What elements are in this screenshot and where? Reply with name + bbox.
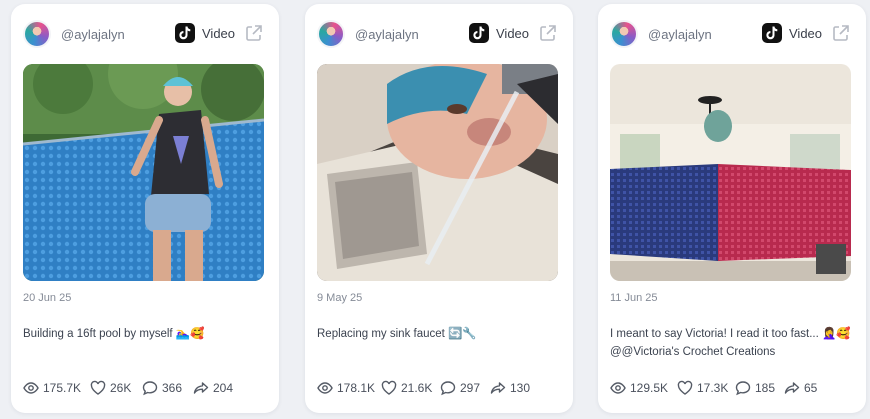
views-count: 178.1K [337,381,376,395]
comments-count: 297 [460,381,481,395]
tiktok-icon [762,23,782,43]
post-date: 11 Jun 25 [610,292,658,304]
post-card[interactable]: @aylajalyn Video 11 Jun 25 I meant to sa… [598,4,866,413]
heart-icon [381,380,397,395]
content-type-label: Video [496,26,530,41]
share-icon [784,382,800,394]
author-handle[interactable]: @aylajalyn [61,27,125,42]
post-card[interactable]: @aylajalyn Video 20 Jun 25 Building a 16… [11,4,279,413]
post-header: @aylajalyn Video [23,20,267,48]
comment-icon [142,381,158,396]
video-thumbnail[interactable] [317,64,558,281]
author-handle[interactable]: @aylajalyn [355,27,419,42]
author-handle[interactable]: @aylajalyn [648,27,712,42]
comments-count: 366 [162,381,183,395]
heart-icon [677,380,693,395]
views-count: 175.7K [43,381,82,395]
post-caption: Replacing my sink faucet 🔄🔧 [317,328,477,340]
post-caption: I meant to say Victoria! I read it too f… [610,328,851,358]
post-stats: 178.1K 21.6K 297 130 [317,380,565,396]
shares-count: 65 [804,381,818,395]
external-link-icon[interactable] [832,24,850,42]
video-thumbnail[interactable] [610,64,851,281]
content-type-label: Video [202,26,236,41]
avatar[interactable] [23,20,51,48]
share-icon [193,382,209,394]
post-date: 9 May 25 [317,292,363,304]
comment-icon [735,381,751,396]
post-date: 20 Jun 25 [23,292,72,304]
likes-count: 17.3K [697,381,729,395]
video-thumbnail[interactable] [23,64,264,281]
tiktok-icon [175,23,195,43]
external-link-icon[interactable] [245,24,263,42]
post-stats: 175.7K 26K 366 204 [23,380,271,396]
post-card[interactable]: @aylajalyn Video 9 May 25 Replacing my s… [305,4,573,413]
content-type-label: Video [789,26,823,41]
avatar[interactable] [610,20,638,48]
tiktok-icon [469,23,489,43]
shares-count: 204 [213,381,234,395]
comments-count: 185 [755,381,776,395]
post-stats: 129.5K 17.3K 185 65 [610,380,858,396]
external-link-icon[interactable] [539,24,557,42]
comment-icon [440,381,456,396]
eye-icon [610,382,626,394]
post-caption: Building a 16ft pool by myself 🏊‍♀️🥰 [23,328,205,340]
avatar[interactable] [317,20,345,48]
share-icon [490,382,506,394]
eye-icon [23,382,39,394]
post-header: @aylajalyn Video [317,20,561,48]
likes-count: 21.6K [401,381,433,395]
heart-icon [90,380,106,395]
shares-count: 130 [510,381,531,395]
eye-icon [317,382,333,394]
views-count: 129.5K [630,381,669,395]
likes-count: 26K [110,381,132,395]
post-header: @aylajalyn Video [610,20,854,48]
